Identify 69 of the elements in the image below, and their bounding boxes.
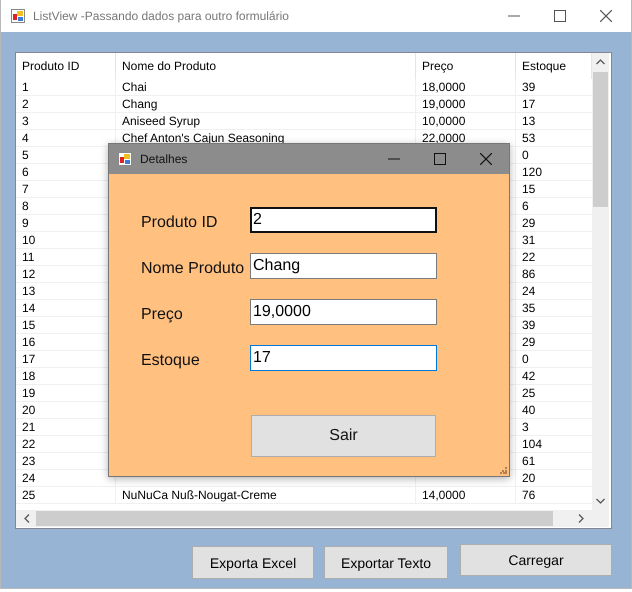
table-cell: 2 (16, 96, 116, 112)
load-button[interactable]: Carregar (460, 544, 612, 576)
input-field[interactable]: 17 (250, 345, 437, 371)
column-header[interactable]: Preço (416, 53, 516, 79)
table-cell-text: 31 (521, 232, 536, 248)
column-header[interactable]: Nome do Produto (116, 53, 416, 79)
table-cell: Chang (116, 96, 416, 112)
app-icon (11, 9, 25, 23)
table-cell: Aniseed Syrup (116, 113, 416, 129)
table-cell: 1 (16, 79, 116, 95)
column-header[interactable]: Produto ID (16, 53, 116, 79)
table-cell-text: 86 (521, 266, 536, 282)
scroll-up-icon[interactable] (596, 59, 605, 65)
export-text-button[interactable]: Exportar Texto (324, 546, 448, 579)
table-cell-text: 35 (521, 300, 536, 316)
table-cell-text: 40 (521, 402, 536, 418)
close-icon[interactable] (480, 153, 492, 165)
field-label: Estoque (141, 351, 201, 370)
field-label: Produto ID (141, 213, 218, 232)
input-field[interactable]: Chang (250, 253, 437, 279)
table-cell: 10,0000 (416, 113, 516, 129)
table-cell-text: 25 (521, 385, 536, 401)
horizontal-scrollbar[interactable] (16, 510, 609, 527)
scroll-thumb[interactable] (593, 72, 608, 207)
maximize-icon[interactable] (434, 153, 446, 165)
table-cell: 19,0000 (416, 96, 516, 112)
field-label: Nome Produto (141, 259, 246, 278)
app-icon (118, 152, 132, 166)
scroll-down-icon[interactable] (596, 498, 605, 504)
close-icon[interactable] (600, 10, 612, 22)
scroll-thumb[interactable] (36, 511, 553, 526)
table-cell-text: 61 (521, 453, 536, 469)
table-cell-text: 13 (521, 113, 536, 129)
table-cell: 25 (16, 487, 116, 503)
table-cell-text: 120 (521, 164, 544, 180)
table-cell-text: 15 (521, 181, 536, 197)
dialog-title: Detalhes (140, 152, 188, 166)
table-cell-text: 39 (521, 317, 536, 333)
table-cell-text: 22 (521, 249, 536, 265)
export-excel-button[interactable]: Exporta Excel (192, 546, 314, 579)
table-cell-text: 0 (521, 147, 530, 163)
table-cell-text: 76 (521, 487, 536, 503)
table-cell-text: 104 (521, 436, 544, 452)
window-title: ListView -Passando dados para outro formulário (33, 9, 290, 23)
exit-button[interactable]: Sair (251, 415, 436, 457)
maximize-icon[interactable] (554, 10, 566, 22)
input-field[interactable]: 2 (250, 207, 437, 233)
table-cell: Chai (116, 79, 416, 95)
resize-grip-icon[interactable] (500, 467, 507, 474)
table-cell-text: 17 (521, 96, 536, 112)
table-cell: 18,0000 (416, 79, 516, 95)
input-field[interactable]: 19,0000 (250, 299, 437, 325)
table-cell-text: 29 (521, 215, 536, 231)
table-cell-text: 53 (521, 130, 536, 146)
table-cell-text: 0 (521, 351, 530, 367)
vertical-scrollbar[interactable] (592, 53, 609, 510)
table-cell-text: 6 (521, 198, 530, 214)
table-cell: NuNuCa Nuß-Nougat-Creme (116, 487, 416, 503)
table-cell-text: 29 (521, 334, 536, 350)
table-cell: 14,0000 (416, 487, 516, 503)
table-cell-text: 20 (521, 470, 536, 486)
table-cell: 3 (16, 113, 116, 129)
table-cell-text: 3 (521, 419, 530, 435)
scroll-right-icon[interactable] (578, 514, 584, 523)
scroll-left-icon[interactable] (24, 514, 30, 523)
table-cell-text: 24 (521, 283, 536, 299)
field-label: Preço (141, 305, 184, 324)
table-cell-text: 39 (521, 79, 536, 95)
table-cell-text: 42 (521, 368, 536, 384)
